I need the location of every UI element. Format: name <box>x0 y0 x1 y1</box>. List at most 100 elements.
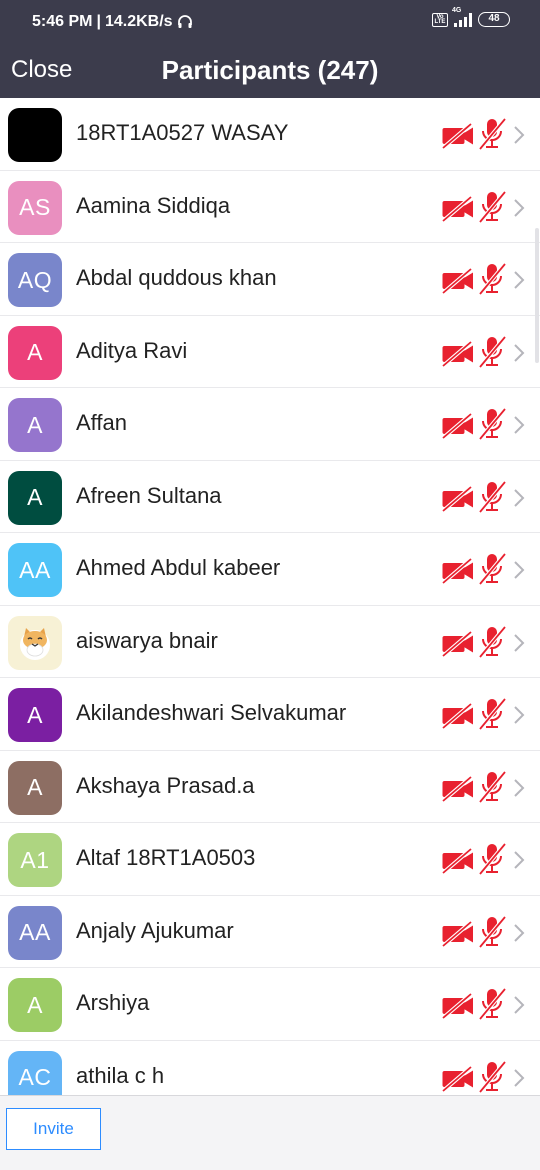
avatar: A <box>8 688 62 742</box>
signal-icon: 4G <box>452 7 472 27</box>
chevron-right-icon <box>513 705 525 725</box>
mic-off-icon <box>477 480 507 514</box>
video-off-icon <box>441 557 475 585</box>
status-left: 5:46 PM | 14.2KB/s <box>32 13 193 31</box>
chevron-right-icon <box>513 995 525 1015</box>
avatar-initials: A <box>27 411 43 438</box>
participant-name: Akilandeshwari Selvakumar <box>76 700 347 725</box>
avatar-initials: A <box>27 701 43 728</box>
participant-name: Afreen Sultana <box>76 482 222 508</box>
participant-row[interactable]: A Afreen Sultana <box>0 460 540 533</box>
video-off-icon <box>441 339 475 368</box>
header-bar: Close Participants (247) <box>0 46 540 98</box>
avatar: A <box>8 978 62 1032</box>
chevron-right-icon <box>513 778 525 798</box>
chevron-right-icon <box>513 270 525 290</box>
participant-name: Abdal quddous khan <box>76 265 277 290</box>
status-separator: | <box>96 13 101 30</box>
participant-name: Akshaya Prasad.a <box>76 772 255 798</box>
footer-bar: Invite <box>0 1095 540 1170</box>
avatar-initials: AS <box>19 194 51 220</box>
avatar-initials: AQ <box>17 266 53 293</box>
video-off-icon <box>441 774 475 803</box>
participant-name: athila c h <box>76 1062 165 1088</box>
mic-off-icon <box>477 915 507 949</box>
battery-icon: 48 <box>478 12 510 27</box>
avatar: A1 <box>8 833 62 887</box>
cat-face-icon <box>15 623 55 663</box>
mic-off-icon <box>477 1060 507 1094</box>
participant-list[interactable]: 18RT1A0527 WASAY AS Aamina Siddiqa AQ Abda… <box>0 98 540 1095</box>
avatar: AA <box>8 543 62 597</box>
mic-off-icon <box>477 407 507 441</box>
participant-row[interactable]: AA Ahmed Abdul kabeer <box>0 533 540 606</box>
video-off-icon <box>441 194 475 223</box>
chevron-right-icon <box>513 923 525 943</box>
status-speed: 14.2KB/s <box>104 13 173 30</box>
mic-off-icon <box>477 625 507 659</box>
participant-name: aiswarya bnair <box>76 627 218 653</box>
video-off-icon <box>441 629 475 658</box>
avatar: A <box>8 325 62 380</box>
mic-off-icon <box>477 117 507 151</box>
headset-icon <box>177 15 192 28</box>
network-tag: 4G <box>452 6 462 14</box>
chevron-right-icon <box>513 633 525 653</box>
participant-row[interactable]: A Akilandeshwari Selvakumar <box>0 678 540 751</box>
chevron-right-icon <box>513 560 525 580</box>
avatar-initials: A <box>27 991 43 1018</box>
avatar: AC <box>8 1050 62 1095</box>
scrollbar[interactable] <box>535 228 539 363</box>
avatar: A <box>8 760 62 815</box>
chevron-right-icon <box>513 488 525 508</box>
avatar: AA <box>8 905 62 960</box>
mic-off-icon <box>477 770 507 804</box>
participant-name: Ahmed Abdul kabeer <box>76 555 281 580</box>
participant-row[interactable]: 18RT1A0527 WASAY <box>0 98 540 171</box>
avatar-initials: AA <box>19 556 51 583</box>
avatar-initials: A <box>27 774 43 800</box>
participant-row[interactable]: AA Anjaly Ajukumar <box>0 895 540 968</box>
video-off-icon <box>441 122 475 150</box>
chevron-right-icon <box>513 850 525 870</box>
chevron-right-icon <box>513 1068 525 1088</box>
participant-row[interactable]: A Aditya Ravi <box>0 315 540 388</box>
status-bar: 5:46 PM | 14.2KB/s Vo LTE 4G 48 <box>0 0 540 46</box>
mic-off-icon <box>477 842 507 876</box>
video-off-icon <box>441 267 475 295</box>
video-off-icon <box>441 484 475 513</box>
mic-off-icon <box>477 335 507 369</box>
participant-row[interactable]: aiswarya bnair <box>0 605 540 678</box>
participant-name: Affan <box>76 410 127 435</box>
participant-row[interactable]: AC athila c h <box>0 1040 540 1095</box>
mic-off-icon <box>477 697 507 731</box>
mic-off-icon <box>477 987 507 1021</box>
avatar-initials: A <box>27 484 43 510</box>
participant-name: 18RT1A0527 WASAY <box>76 120 289 145</box>
mic-off-icon <box>477 262 507 296</box>
status-right: Vo LTE 4G 48 <box>432 7 510 27</box>
participant-row[interactable]: A Arshiya <box>0 968 540 1041</box>
video-off-icon <box>441 1064 475 1093</box>
chevron-right-icon <box>513 343 525 363</box>
video-off-icon <box>441 412 475 440</box>
avatar-initials: A <box>27 339 43 365</box>
participant-row[interactable]: A Akshaya Prasad.a <box>0 750 540 823</box>
avatar <box>8 108 62 162</box>
status-time: 5:46 PM <box>32 13 93 30</box>
participant-row[interactable]: A Affan <box>0 388 540 461</box>
participant-name: Altaf 18RT1A0503 <box>76 845 256 870</box>
volte-icon: Vo LTE <box>432 12 448 27</box>
video-off-icon <box>441 847 475 875</box>
avatar: A <box>8 398 62 452</box>
avatar-initials: A1 <box>20 846 50 873</box>
participant-row[interactable]: AQ Abdal quddous khan <box>0 243 540 316</box>
invite-button[interactable]: Invite <box>6 1108 101 1150</box>
page-title: Participants (247) <box>161 55 379 85</box>
participant-row[interactable]: AS Aamina Siddiqa <box>0 170 540 243</box>
avatar-initials: AA <box>19 919 51 945</box>
participant-name: Arshiya <box>76 990 150 1015</box>
avatar: AQ <box>8 253 62 307</box>
avatar: A <box>8 470 62 525</box>
participant-row[interactable]: A1 Altaf 18RT1A0503 <box>0 823 540 896</box>
